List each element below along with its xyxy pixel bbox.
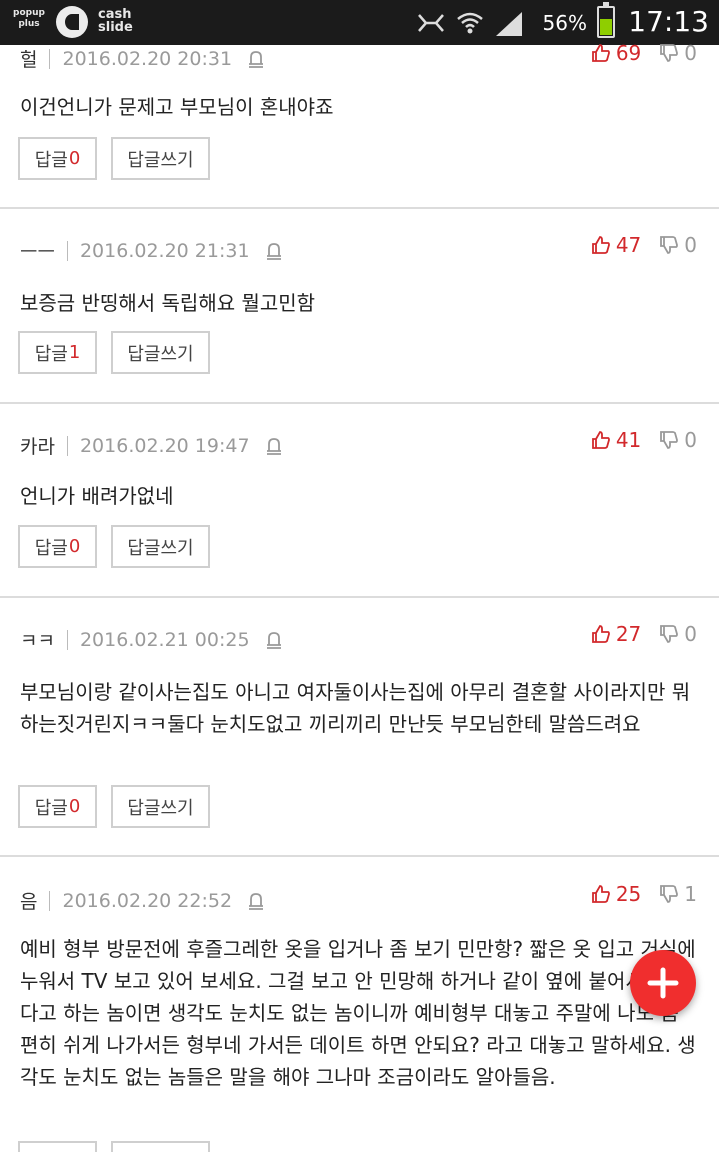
comment-actions: 답글 0 답글쓰기 [18,785,210,828]
meta-divider [66,629,68,650]
replies-button[interactable] [18,1141,97,1152]
comment-item: 음 2016.02.20 22:52 25 1 예비 형부 방문전에 후즐그레한… [0,857,719,1152]
thumbs-down-icon [660,625,679,643]
write-reply-button[interactable]: 답글쓰기 [111,137,210,180]
comment-date: 2016.02.20 19:47 [79,434,250,457]
comment-votes: 69 0 [591,41,697,65]
comment-author[interactable]: 음 [20,887,37,914]
comment-votes: 47 0 [591,233,697,257]
reply-count: 0 [68,148,81,169]
clock: 17:13 [628,5,709,38]
thumbs-up-icon [591,44,610,62]
comment-votes: 25 1 [591,882,697,906]
comment-author[interactable]: ㅡㅡ [20,237,55,264]
add-comment-fab[interactable] [630,950,696,1016]
comment-author[interactable]: 카라 [20,432,55,459]
comment-actions: 답글 1 답글쓰기 [18,331,210,374]
comment-item: 헐 2016.02.20 20:31 69 0 이건언니가 문제고 부모님이 혼… [0,41,719,209]
comment-text: 부모님이랑 같이사는집도 아니고 여자둘이사는집에 아무리 결혼할 사이라지만 … [20,680,691,736]
thumbs-up-icon [591,885,610,903]
status-bar: popup plus cash slide 56% 17:13 [0,0,719,45]
upvote-button[interactable]: 41 [591,428,641,452]
reply-count: 0 [68,796,81,817]
comment-text: 이건언니가 문제고 부모님이 혼내야죠 [20,95,334,119]
comment-meta: ㅡㅡ 2016.02.20 21:31 [20,237,284,264]
downvote-button[interactable]: 0 [659,622,697,646]
comment-item: 카라 2016.02.20 19:47 41 0 언니가 배려가없네 답글 0 답… [0,404,719,598]
thumbs-up-icon [591,431,610,449]
replies-button[interactable]: 답글 1 [18,331,97,374]
thumbs-down-icon [660,885,679,903]
comment-meta: 음 2016.02.20 22:52 [20,887,266,914]
downvote-button[interactable]: 1 [659,882,697,906]
upvote-button[interactable]: 69 [591,41,641,65]
comment-votes: 27 0 [591,622,697,646]
reply-count: 0 [68,536,81,557]
battery-fill [600,19,612,35]
meta-divider [66,435,68,456]
write-reply-button[interactable]: 답글쓰기 [111,331,210,374]
popup-plus-logo: popup plus [13,8,45,29]
report-bell-icon[interactable] [264,436,284,456]
comment-meta: 카라 2016.02.20 19:47 [20,432,284,459]
write-reply-button[interactable] [111,1141,210,1152]
signal-icon [496,12,522,36]
comment-text: 예비 형부 방문전에 후즐그레한 옷을 입거나 좀 보기 민만항? 짧은 옷 입… [20,937,696,1089]
wifi-icon [457,12,483,34]
comment-date: 2016.02.20 21:31 [79,239,250,262]
write-reply-button[interactable]: 답글쓰기 [111,525,210,568]
replies-button[interactable]: 답글 0 [18,785,97,828]
report-bell-icon[interactable] [246,891,266,911]
upvote-button[interactable]: 27 [591,622,641,646]
comment-actions: 답글 0 답글쓰기 [18,137,210,180]
comment-author[interactable]: 헐 [20,45,37,72]
report-bell-icon[interactable] [246,49,266,69]
thumbs-down-icon [660,431,679,449]
downvote-button[interactable]: 0 [659,41,697,65]
plus-icon [647,967,679,999]
meta-divider [49,48,51,69]
thumbs-down-icon [660,44,679,62]
report-bell-icon[interactable] [264,241,284,261]
cash-slide-icon [56,6,88,38]
downvote-button[interactable]: 0 [659,233,697,257]
upvote-button[interactable]: 47 [591,233,641,257]
comment-text: 보증금 반띵해서 독립해요 뭘고민함 [20,291,316,315]
downvote-button[interactable]: 0 [659,428,697,452]
cash-slide-logo: cash slide [98,7,133,35]
comment-meta: 헐 2016.02.20 20:31 [20,45,266,72]
replies-button[interactable]: 답글 0 [18,137,97,180]
thumbs-up-icon [591,625,610,643]
comment-item: ㅡㅡ 2016.02.20 21:31 47 0 보증금 반띵해서 독립해요 뭘… [0,209,719,404]
comment-votes: 41 0 [591,428,697,452]
comment-item: ㅋㅋ 2016.02.21 00:25 27 0 부모님이랑 같이사는집도 아니… [0,598,719,857]
nfc-icon [418,14,444,32]
comment-text: 언니가 배려가없네 [20,484,174,508]
comment-actions: 답글 0 답글쓰기 [18,525,210,568]
battery-percent: 56% [542,11,587,35]
thumbs-down-icon [660,236,679,254]
comment-actions [18,1141,210,1152]
thumbs-up-icon [591,236,610,254]
reply-count: 1 [68,342,81,363]
status-icons [416,8,524,38]
meta-divider [49,890,51,911]
comment-author[interactable]: ㅋㅋ [20,626,55,653]
replies-button[interactable]: 답글 0 [18,525,97,568]
meta-divider [66,240,68,261]
upvote-button[interactable]: 25 [591,882,641,906]
report-bell-icon[interactable] [264,630,284,650]
write-reply-button[interactable]: 답글쓰기 [111,785,210,828]
comment-meta: ㅋㅋ 2016.02.21 00:25 [20,626,284,653]
comment-date: 2016.02.20 22:52 [62,889,233,912]
comment-date: 2016.02.20 20:31 [62,47,233,70]
comment-date: 2016.02.21 00:25 [79,628,250,651]
battery-icon [597,2,615,38]
